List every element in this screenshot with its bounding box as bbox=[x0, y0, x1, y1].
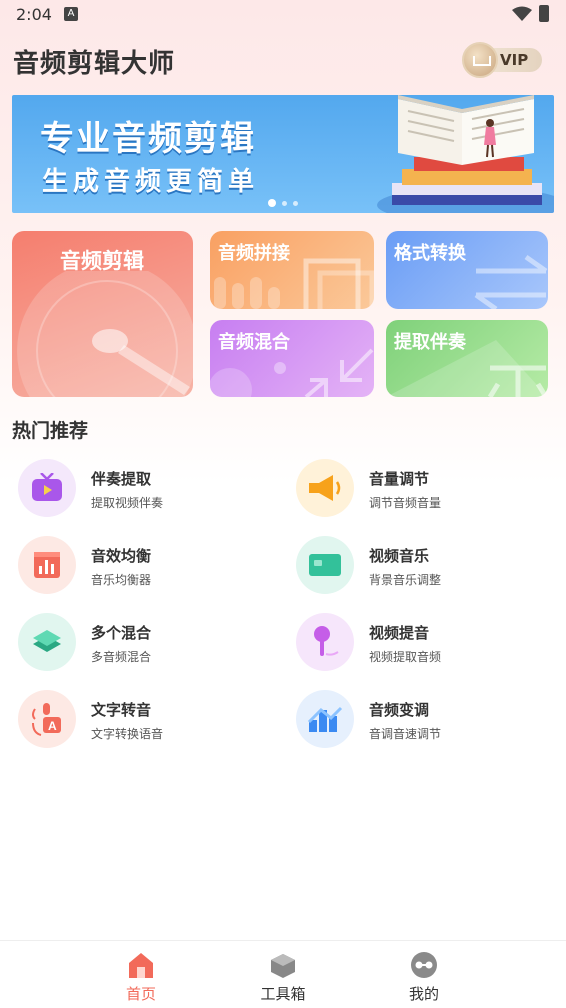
svg-text:A: A bbox=[48, 719, 57, 733]
tab-label: 我的 bbox=[408, 985, 439, 1003]
wave-chart-icon bbox=[307, 706, 343, 732]
audio-mix-card[interactable]: 音频混合 bbox=[210, 320, 374, 397]
extract-accompaniment-card[interactable]: 提取伴奏 bbox=[386, 320, 548, 397]
feature-icon-circle bbox=[296, 536, 354, 594]
feature-icon-circle bbox=[18, 613, 76, 671]
format-convert-card[interactable]: 格式转换 bbox=[386, 231, 548, 309]
book-illustration bbox=[377, 95, 554, 213]
feature-desc: 视频提取音频 bbox=[369, 650, 442, 664]
feature-video-music[interactable]: 视频音乐 背景音乐调整 bbox=[296, 536, 546, 598]
audio-splice-card[interactable]: 音频拼接 bbox=[210, 231, 374, 309]
feature-text-to-speech[interactable]: A 文字转音 文字转换语音 bbox=[18, 690, 268, 752]
format-convert-label: 格式转换 bbox=[394, 243, 466, 264]
feature-volume-adjust[interactable]: 音量调节 调节音频音量 bbox=[296, 459, 546, 521]
tab-profile[interactable]: 我的 bbox=[389, 947, 459, 1003]
microphone-icon bbox=[314, 626, 339, 656]
feature-name: 视频音乐 bbox=[369, 547, 430, 565]
wifi-icon bbox=[512, 6, 532, 21]
tab-label: 工具箱 bbox=[260, 985, 306, 1003]
disc-icon bbox=[17, 271, 193, 397]
tv-icon bbox=[32, 473, 62, 501]
pagination-dot[interactable] bbox=[282, 200, 287, 206]
app-title: 音频剪辑大师 bbox=[13, 49, 176, 79]
notification-icon: A bbox=[64, 7, 78, 21]
vip-button[interactable]: VIP bbox=[462, 42, 544, 78]
feature-icon-circle bbox=[18, 536, 76, 594]
feature-name: 多个混合 bbox=[91, 624, 152, 642]
bottom-tab-bar: 首页 工具箱 我的 bbox=[0, 940, 566, 1008]
tab-label: 首页 bbox=[125, 985, 156, 1003]
feature-name: 视频提音 bbox=[369, 624, 430, 642]
status-time: 2:04 bbox=[16, 5, 52, 24]
tab-home[interactable]: 首页 bbox=[106, 947, 176, 1003]
feature-sound-equalizer[interactable]: 音效均衡 音乐均衡器 bbox=[18, 536, 268, 598]
equalizer-icon bbox=[34, 552, 60, 578]
feature-name: 伴奏提取 bbox=[91, 470, 152, 488]
feature-desc: 提取视频伴奏 bbox=[91, 496, 164, 510]
hot-recommend-title: 热门推荐 bbox=[12, 420, 89, 442]
vip-label: VIP bbox=[500, 51, 529, 69]
audio-edit-label: 音频剪辑 bbox=[60, 249, 144, 273]
feature-video-audio-extract[interactable]: 视频提音 视频提取音频 bbox=[296, 613, 546, 675]
tab-toolbox[interactable]: 工具箱 bbox=[248, 947, 318, 1003]
feature-name: 音频变调 bbox=[369, 701, 430, 719]
status-bar: 2:04 A bbox=[0, 0, 566, 30]
audio-mix-label: 音频混合 bbox=[218, 332, 290, 353]
toolbox-icon bbox=[271, 954, 295, 978]
feature-accompaniment-extract[interactable]: 伴奏提取 提取视频伴奏 bbox=[18, 459, 268, 521]
feature-icon-circle: A bbox=[18, 690, 76, 748]
feature-name: 文字转音 bbox=[91, 701, 152, 719]
profile-icon bbox=[411, 952, 437, 978]
banner-headline: 专业音频剪辑 bbox=[40, 119, 256, 159]
feature-icon-circle bbox=[296, 613, 354, 671]
battery-icon bbox=[539, 5, 549, 22]
banner-subheadline: 生成音频更简单 bbox=[42, 167, 260, 197]
megaphone-icon bbox=[309, 475, 341, 501]
feature-desc: 背景音乐调整 bbox=[369, 573, 442, 587]
promo-banner[interactable]: 专业音频剪辑 生成音频更简单 bbox=[12, 95, 554, 213]
crown-icon bbox=[462, 42, 498, 78]
feature-desc: 文字转换语音 bbox=[91, 727, 164, 741]
feature-desc: 多音频混合 bbox=[91, 650, 152, 664]
feature-icon-circle bbox=[296, 459, 354, 517]
pagination-dot[interactable] bbox=[268, 199, 276, 207]
pagination-dot[interactable] bbox=[293, 200, 298, 206]
feature-multi-mix[interactable]: 多个混合 多音频混合 bbox=[18, 613, 268, 675]
banner-pagination bbox=[268, 199, 298, 207]
feature-name: 音效均衡 bbox=[91, 547, 152, 565]
video-icon bbox=[309, 554, 341, 576]
extract-accompaniment-label: 提取伴奏 bbox=[394, 332, 466, 353]
feature-icon-circle bbox=[18, 459, 76, 517]
audio-splice-label: 音频拼接 bbox=[218, 243, 290, 264]
feature-desc: 调节音频音量 bbox=[369, 496, 442, 510]
audio-edit-card[interactable]: 音频剪辑 bbox=[12, 231, 193, 397]
home-icon bbox=[129, 953, 153, 978]
feature-name: 音量调节 bbox=[369, 470, 430, 488]
feature-desc: 音调音速调节 bbox=[369, 727, 442, 741]
layers-icon bbox=[33, 630, 61, 652]
feature-desc: 音乐均衡器 bbox=[91, 573, 152, 587]
feature-pitch-shift[interactable]: 音频变调 音调音速调节 bbox=[296, 690, 546, 752]
text-speech-icon: A bbox=[32, 703, 61, 736]
feature-icon-circle bbox=[296, 690, 354, 748]
